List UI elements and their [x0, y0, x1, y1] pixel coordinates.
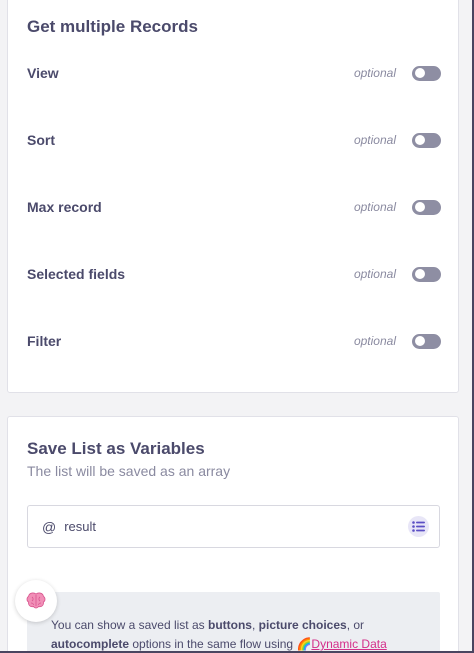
- optional-tag: optional: [353, 66, 396, 80]
- tip-text: options in the same flow using: [129, 637, 297, 651]
- option-row-selected-fields: Selected fields optional: [27, 262, 441, 286]
- dynamic-data-link[interactable]: Dynamic Data: [311, 637, 386, 651]
- option-label-max-record: Max record: [27, 199, 102, 215]
- tip-text: , or: [346, 618, 365, 632]
- tip-text: ,: [251, 618, 259, 632]
- variable-list-button[interactable]: [408, 516, 429, 537]
- option-row-view: View optional: [27, 61, 441, 85]
- sort-toggle[interactable]: [412, 132, 441, 148]
- variable-name-field[interactable]: @ result: [27, 505, 440, 548]
- variables-card-subtitle: The list will be saved as an array: [27, 463, 231, 479]
- option-row-filter: Filter optional: [27, 329, 441, 353]
- variables-card-title: Save List as Variables: [27, 439, 205, 458]
- option-row-max-record: Max record optional: [27, 195, 441, 219]
- option-label-filter: Filter: [27, 333, 62, 349]
- variable-name-value[interactable]: result: [64, 519, 408, 534]
- variable-prefix: @: [42, 518, 57, 535]
- selected-fields-toggle[interactable]: [412, 266, 441, 282]
- option-label-view: View: [27, 65, 59, 81]
- brain-icon: [26, 592, 46, 609]
- option-row-sort: Sort optional: [27, 128, 441, 152]
- get-multiple-records-card: Get multiple Records View optional Sort …: [7, 0, 459, 393]
- assistant-avatar[interactable]: [15, 580, 57, 622]
- tip-text: You can show a saved list as: [51, 618, 208, 632]
- max-record-toggle[interactable]: [412, 199, 441, 215]
- filter-toggle[interactable]: [412, 333, 441, 349]
- option-label-selected-fields: Selected fields: [27, 266, 126, 282]
- optional-tag: optional: [353, 267, 396, 281]
- rainbow-emoji: 🌈: [296, 637, 312, 651]
- records-card-title: Get multiple Records: [27, 17, 198, 36]
- tip-keyword-autocomplete: autocomplete: [51, 637, 130, 651]
- option-label-sort: Sort: [27, 132, 55, 148]
- tip-keyword-picture-choices: picture choices: [258, 618, 347, 632]
- optional-tag: optional: [353, 133, 396, 147]
- optional-tag: optional: [353, 200, 396, 214]
- dynamic-data-tip: You can show a saved list as buttons, pi…: [27, 592, 440, 653]
- tip-keyword-buttons: buttons: [207, 618, 252, 632]
- view-toggle[interactable]: [412, 65, 441, 81]
- list-icon: [412, 521, 425, 532]
- save-list-variables-card: Save List as Variables The list will be …: [7, 416, 459, 653]
- optional-tag: optional: [353, 334, 396, 348]
